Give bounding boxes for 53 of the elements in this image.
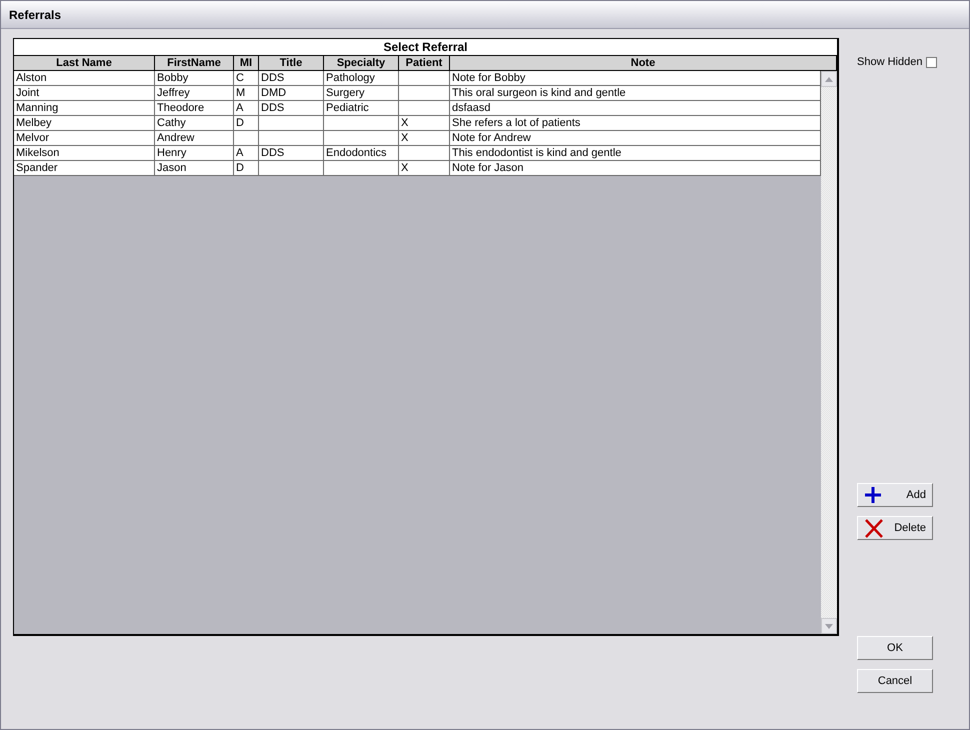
table-cell: DDS (259, 146, 324, 160)
plus-icon (864, 486, 882, 504)
table-cell: Henry (155, 146, 234, 160)
column-header[interactable]: Patient (399, 56, 450, 70)
grid-title: Select Referral (14, 39, 837, 56)
table-cell: Theodore (155, 101, 234, 115)
scroll-up-button[interactable] (821, 71, 837, 87)
table-cell: Melvor (14, 131, 155, 145)
column-header[interactable]: Title (259, 56, 324, 70)
column-header[interactable]: Note (450, 56, 837, 70)
table-cell: DDS (259, 71, 324, 85)
ok-button[interactable]: OK (857, 636, 933, 660)
table-cell: D (234, 116, 259, 130)
table-cell: Jason (155, 161, 234, 175)
table-cell: Endodontics (324, 146, 399, 160)
column-header[interactable]: Last Name (14, 56, 155, 70)
table-cell: DMD (259, 86, 324, 100)
close-icon (864, 518, 884, 538)
table-cell: X (399, 161, 450, 175)
table-cell: Alston (14, 71, 155, 85)
up-arrow-icon (825, 76, 833, 82)
cancel-button[interactable]: Cancel (857, 669, 933, 693)
show-hidden-label: Show Hidden (857, 56, 922, 68)
table-cell: Jeffrey (155, 86, 234, 100)
table-cell: C (234, 71, 259, 85)
table-cell: Spander (14, 161, 155, 175)
table-cell: Melbey (14, 116, 155, 130)
show-hidden-checkbox[interactable] (926, 56, 938, 68)
column-header[interactable]: Specialty (324, 56, 399, 70)
table-cell: Surgery (324, 86, 399, 100)
table-cell: M (234, 86, 259, 100)
table-cell: X (399, 131, 450, 145)
delete-button[interactable]: Delete (857, 516, 933, 540)
table-cell: Manning (14, 101, 155, 115)
table-cell: Andrew (155, 131, 234, 145)
table-cell: Cathy (155, 116, 234, 130)
table-cell: Pathology (324, 71, 399, 85)
add-button[interactable]: Add (857, 483, 933, 507)
scroll-down-button[interactable] (821, 618, 837, 634)
table-cell: D (234, 161, 259, 175)
window-title: Referrals (9, 8, 62, 22)
table-cell: Bobby (155, 71, 234, 85)
column-header[interactable]: MI (234, 56, 259, 70)
table-cell: Joint (14, 86, 155, 100)
scrollbar[interactable] (821, 71, 837, 634)
down-arrow-icon (825, 624, 833, 628)
table-cell: Mikelson (14, 146, 155, 160)
table-cell: X (399, 116, 450, 130)
table-cell: DDS (259, 101, 324, 115)
column-header[interactable]: FirstName (155, 56, 234, 70)
table-cell: A (234, 146, 259, 160)
table-cell: Pediatric (324, 101, 399, 115)
table-cell: A (234, 101, 259, 115)
